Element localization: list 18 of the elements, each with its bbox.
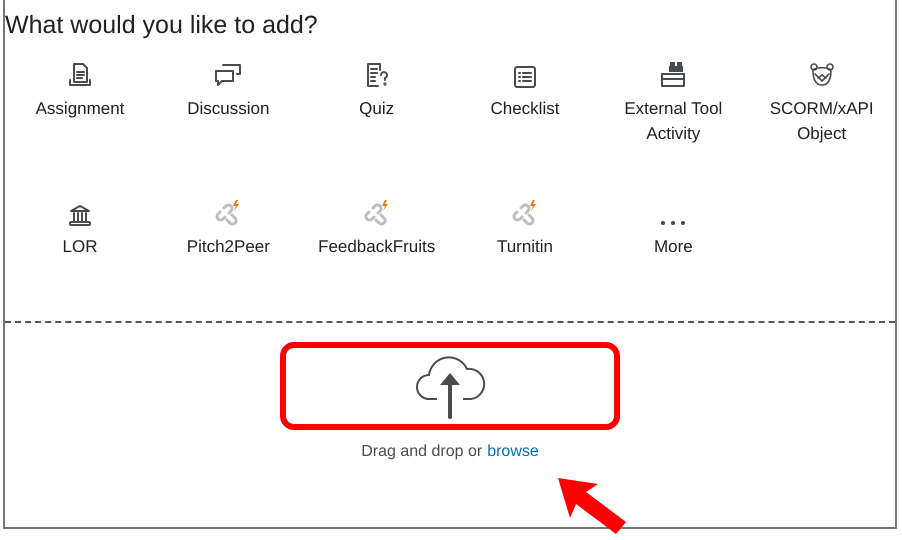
browse-link[interactable]: browse bbox=[487, 440, 539, 464]
add-option[interactable]: Checklist bbox=[450, 52, 600, 156]
add-option[interactable]: LOR bbox=[5, 190, 155, 294]
add-option[interactable]: Turnitin bbox=[450, 190, 600, 294]
checklist-icon bbox=[512, 64, 538, 90]
dialog-title: What would you like to add? bbox=[5, 10, 318, 38]
library-building-icon bbox=[67, 202, 93, 228]
add-option[interactable]: FeedbackFruits bbox=[302, 190, 452, 294]
add-option[interactable]: External Tool Activity bbox=[598, 52, 748, 156]
pointer-arrow bbox=[556, 476, 628, 534]
add-option[interactable]: SCORM/xAPI Object bbox=[746, 52, 897, 156]
add-option[interactable]: Quiz bbox=[302, 52, 452, 156]
add-option[interactable]: Discussion bbox=[153, 52, 304, 156]
add-option[interactable]: More bbox=[598, 190, 748, 294]
add-option[interactable]: Assignment bbox=[5, 52, 155, 156]
more-icon bbox=[659, 218, 688, 228]
add-option[interactable]: Pitch2Peer bbox=[153, 190, 304, 294]
drop-hint: Drag and drop or bbox=[361, 442, 482, 462]
